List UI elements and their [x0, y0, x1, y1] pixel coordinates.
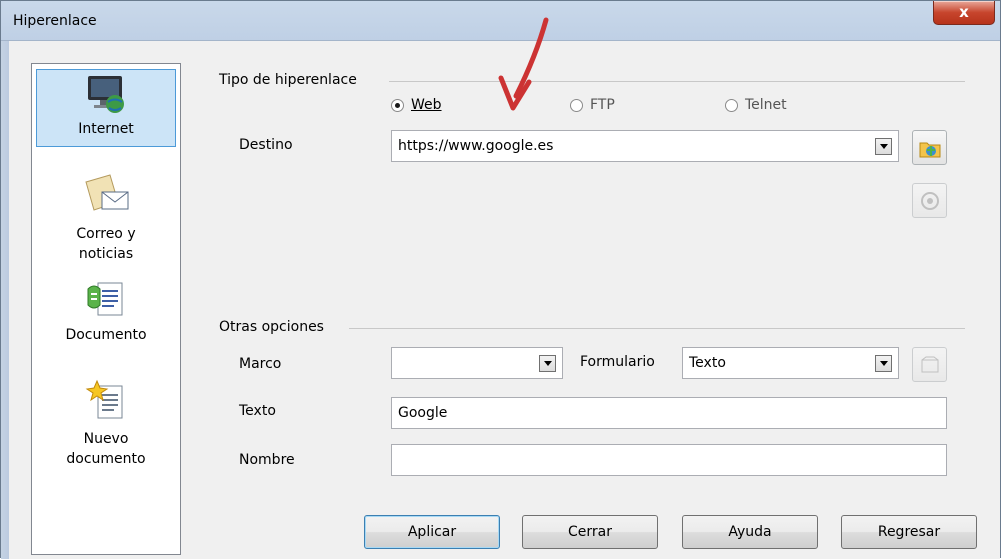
group-divider: [389, 81, 965, 82]
sidebar-item-new-document[interactable]: Nuevo documento: [36, 379, 176, 491]
sidebar-item-label: Internet: [78, 121, 134, 137]
radio-web[interactable]: Web: [391, 97, 442, 113]
radio-label: FTP: [590, 97, 615, 113]
annotation-arrow-icon: [498, 17, 549, 111]
sidebar-item-mail[interactable]: Correo y noticias: [36, 172, 176, 290]
destino-combobox[interactable]: https://www.google.es: [391, 130, 899, 162]
texto-label: Texto: [239, 403, 276, 419]
formulario-value: Texto: [689, 355, 726, 371]
formulario-combobox[interactable]: Texto: [682, 347, 899, 379]
new-document-icon: [85, 379, 123, 419]
document-link-icon: [87, 282, 123, 316]
radio-telnet[interactable]: Telnet: [725, 97, 787, 113]
radio-indicator: [725, 98, 738, 112]
sidebar-item-internet[interactable]: Internet: [36, 69, 176, 147]
close-dialog-button[interactable]: Cerrar: [522, 515, 658, 549]
globe-monitor-icon: [88, 76, 124, 113]
radio-indicator: [570, 98, 583, 112]
target-button[interactable]: [912, 183, 947, 218]
target-icon: [920, 191, 939, 210]
formulario-label: Formulario: [580, 354, 655, 370]
folder-globe-icon: [919, 142, 940, 157]
radio-selected-indicator: [391, 98, 404, 112]
chevron-down-icon[interactable]: [875, 138, 892, 155]
help-button[interactable]: Ayuda: [682, 515, 818, 549]
window-frame-left: [1, 41, 9, 559]
radio-label: Telnet: [745, 97, 787, 113]
hyperlink-type-heading: Tipo de hiperenlace: [219, 72, 357, 88]
other-options-heading: Otras opciones: [219, 319, 324, 335]
marco-label: Marco: [239, 356, 282, 372]
nombre-label: Nombre: [239, 452, 295, 468]
close-button[interactable]: x: [933, 1, 995, 25]
destino-label: Destino: [239, 137, 293, 153]
events-icon: [921, 356, 938, 372]
category-sidebar: Internet Correo y noticias Documento Nue…: [31, 63, 181, 555]
open-browser-button[interactable]: [912, 130, 947, 165]
chevron-down-icon[interactable]: [875, 355, 892, 372]
sidebar-item-label: Correo y noticias: [76, 226, 136, 262]
apply-button[interactable]: Aplicar: [364, 515, 500, 549]
nombre-input[interactable]: [391, 444, 947, 476]
radio-label: Web: [411, 97, 442, 113]
sidebar-item-label: Documento: [65, 327, 147, 343]
radio-ftp[interactable]: FTP: [570, 97, 615, 113]
texto-input[interactable]: Google: [391, 397, 947, 429]
hyperlink-dialog: Hiperenlace x Internet Correo y noticias…: [0, 0, 1001, 559]
group-divider: [349, 328, 965, 329]
mail-icon: [85, 174, 129, 211]
destino-value: https://www.google.es: [398, 138, 554, 154]
back-button[interactable]: Regresar: [841, 515, 977, 549]
events-button[interactable]: [912, 347, 947, 382]
texto-value: Google: [398, 405, 448, 421]
sidebar-item-label: Nuevo documento: [66, 431, 146, 467]
marco-combobox[interactable]: [391, 347, 563, 379]
sidebar-item-document[interactable]: Documento: [36, 279, 176, 359]
dialog-body: Internet Correo y noticias Documento Nue…: [9, 41, 1000, 559]
window-title: Hiperenlace: [13, 13, 97, 29]
chevron-down-icon[interactable]: [539, 355, 556, 372]
